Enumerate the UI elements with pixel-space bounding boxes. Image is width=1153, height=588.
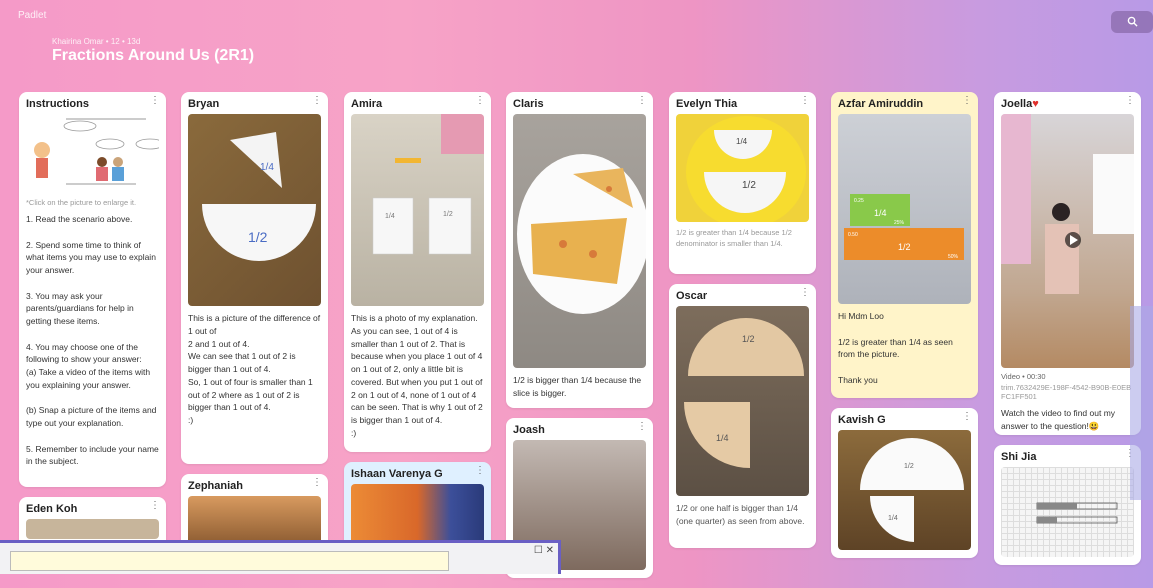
- post-body: This is a photo of my explanation. As yo…: [351, 313, 483, 438]
- app-brand[interactable]: Padlet: [18, 10, 46, 21]
- post-title: Claris: [513, 98, 544, 110]
- column-1: Instructions ⋮ *Click on the picture to …: [19, 92, 166, 567]
- post-image[interactable]: [513, 114, 646, 368]
- photo-label: 25%: [894, 220, 905, 226]
- post-title: Evelyn Thia: [676, 98, 738, 110]
- photo-label: 1/2: [443, 211, 453, 218]
- post-title: Ishaan Varenya G: [351, 468, 443, 480]
- post-body: 1/2 or one half is bigger than 1/4 (one …: [676, 503, 805, 526]
- post-image[interactable]: 1/4 1/2: [188, 114, 321, 306]
- post-image[interactable]: 1/2 1/4: [838, 430, 971, 550]
- more-options-icon[interactable]: ⋮: [800, 96, 810, 106]
- column-2: Bryan ⋮ 1/4 1/2 This is a picture of the…: [181, 92, 328, 564]
- window-controls[interactable]: ☐ ✕: [534, 545, 554, 556]
- post-title: Oscar: [676, 290, 708, 302]
- video-duration: Video • 00:30: [1001, 372, 1046, 381]
- post-body: This is a picture of the difference of 1…: [188, 313, 321, 425]
- photo-label: 1/4: [874, 208, 887, 218]
- column-5: Evelyn Thia ⋮ 1/4 1/2 1/2 is greater tha…: [669, 92, 816, 558]
- photo-label: 1/4: [385, 213, 395, 220]
- post-body: 1. Read the scenario above. 2. Spend som…: [26, 214, 159, 467]
- post-title: Zephaniah: [188, 480, 244, 492]
- video-filename: trim.7632429E-198F-4542-B90B-E0EBFC1FF50…: [1001, 383, 1132, 401]
- photo-label: 1/2: [898, 242, 911, 252]
- more-options-icon[interactable]: ⋮: [962, 96, 972, 106]
- post-card-instructions[interactable]: Instructions ⋮ *Click on the picture to …: [19, 92, 166, 487]
- video-thumbnail[interactable]: [1001, 114, 1134, 368]
- column-3: Amira ⋮ 1/4 1/2 This is a photo of my ex…: [344, 92, 491, 582]
- post-card-shi-jia[interactable]: Shi Jia ⋮: [994, 445, 1141, 565]
- post-title-text: Joella: [1001, 98, 1033, 110]
- more-options-icon[interactable]: ⋮: [150, 501, 160, 511]
- photo-label: 1/4: [260, 162, 274, 173]
- post-card-oscar[interactable]: Oscar ⋮ 1/2 1/4 1/2 or one half is bigge…: [669, 284, 816, 548]
- column-7: Joella♥ ⋮ Video • 00:30 trim.7632429E-19…: [994, 92, 1141, 575]
- more-options-icon[interactable]: ⋮: [475, 96, 485, 106]
- board-title: Fractions Around Us (2R1): [52, 47, 255, 64]
- photo-label: 0.50: [848, 232, 858, 238]
- post-body: Hi Mdm Loo 1/2 is greater than 1/4 as se…: [838, 311, 953, 385]
- heart-icon: ♥: [1032, 98, 1039, 110]
- post-image[interactable]: 1/4 1/2: [351, 114, 484, 306]
- more-options-icon[interactable]: ⋮: [150, 96, 160, 106]
- popup-input[interactable]: [10, 551, 449, 571]
- post-title: Joash: [513, 424, 545, 436]
- more-options-icon[interactable]: ⋮: [637, 422, 647, 432]
- post-body: Watch the video to find out my answer to…: [1001, 408, 1116, 431]
- more-options-icon[interactable]: ⋮: [312, 478, 322, 488]
- post-card-evelyn-thia[interactable]: Evelyn Thia ⋮ 1/4 1/2 1/2 is greater tha…: [669, 92, 816, 274]
- floating-window[interactable]: ☐ ✕: [0, 540, 561, 574]
- post-title: Shi Jia: [1001, 451, 1037, 463]
- post-card-claris[interactable]: Claris ⋮ 1/2 is bigger than 1/4 because …: [506, 92, 653, 408]
- search-icon: [1127, 16, 1138, 27]
- post-card-bryan[interactable]: Bryan ⋮ 1/4 1/2 This is a picture of the…: [181, 92, 328, 464]
- photo-label: 1/2: [742, 180, 756, 191]
- post-title: Eden Koh: [26, 503, 78, 515]
- scenario-image[interactable]: [26, 114, 159, 194]
- column-4: Claris ⋮ 1/2 is bigger than 1/4 because …: [506, 92, 653, 588]
- post-body: 1/2 is bigger than 1/4 because the slice…: [513, 375, 642, 398]
- post-card-kavish-g[interactable]: Kavish G ⋮ 1/2 1/4: [831, 408, 978, 558]
- post-title: Kavish G: [838, 414, 886, 426]
- more-options-icon[interactable]: ⋮: [312, 96, 322, 106]
- post-image[interactable]: 1/2 1/4: [676, 306, 809, 496]
- search-button[interactable]: [1111, 11, 1153, 33]
- post-image[interactable]: [1001, 467, 1134, 557]
- photo-label: 50%: [948, 254, 959, 260]
- post-body: 1/2 is greater than 1/4 because 1/2 deno…: [676, 228, 792, 248]
- photo-label: 1/4: [736, 137, 748, 146]
- post-hint: *Click on the picture to enlarge it.: [26, 198, 137, 207]
- side-panel-edge[interactable]: [1130, 306, 1153, 500]
- photo-label: 1/2: [742, 334, 755, 344]
- board-header: Padlet Khairina Omar • 12 • 13d Fraction…: [0, 0, 1153, 90]
- post-title: Joella♥: [994, 92, 1141, 114]
- post-title: Amira: [351, 98, 383, 110]
- post-card-joella[interactable]: Joella♥ ⋮ Video • 00:30 trim.7632429E-19…: [994, 92, 1141, 435]
- post-card-amira[interactable]: Amira ⋮ 1/4 1/2 This is a photo of my ex…: [344, 92, 491, 452]
- photo-label: 1/2: [248, 229, 268, 245]
- more-options-icon[interactable]: ⋮: [800, 288, 810, 298]
- photo-label: 1/2: [904, 463, 914, 470]
- more-options-icon[interactable]: ⋮: [637, 96, 647, 106]
- photo-label: 0.25: [854, 198, 864, 204]
- board-meta: Khairina Omar • 12 • 13d: [52, 37, 141, 46]
- more-options-icon[interactable]: ⋮: [1125, 96, 1135, 106]
- post-image[interactable]: 1/4 1/2 0.25 25% 0.50 50%: [838, 114, 971, 304]
- column-6: Azfar Amiruddin ⋮ 1/4 1/2 0.25 25% 0.50 …: [831, 92, 978, 568]
- post-title: Bryan: [188, 98, 220, 110]
- post-image[interactable]: 1/4 1/2: [676, 114, 809, 222]
- post-image[interactable]: [188, 496, 321, 546]
- more-options-icon[interactable]: ⋮: [962, 412, 972, 422]
- photo-label: 1/4: [716, 433, 729, 443]
- post-image[interactable]: [26, 519, 159, 539]
- more-options-icon[interactable]: ⋮: [475, 466, 485, 476]
- photo-label: 1/4: [888, 515, 898, 522]
- post-card-azfar-amiruddin[interactable]: Azfar Amiruddin ⋮ 1/4 1/2 0.25 25% 0.50 …: [831, 92, 978, 398]
- post-title: Azfar Amiruddin: [838, 98, 924, 110]
- post-title: Instructions: [26, 98, 89, 110]
